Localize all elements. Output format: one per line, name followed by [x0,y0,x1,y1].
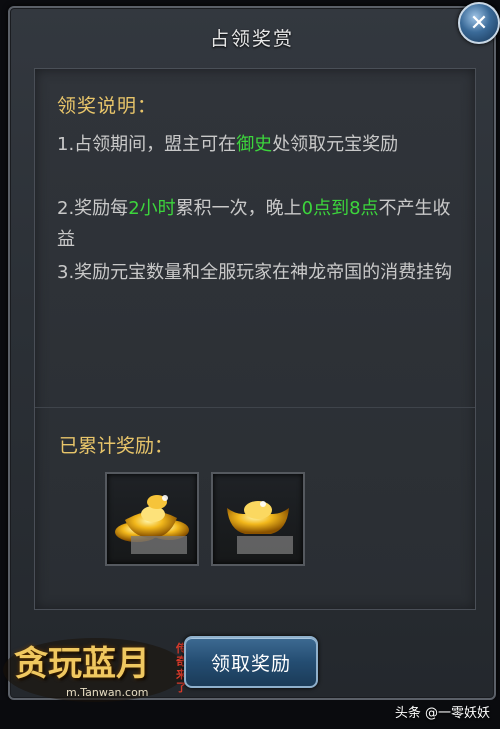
rules-panel: 领奖说明： 1.占领期间，盟主可在御史处领取元宝奖励 2.奖励每2小时累积一次，… [34,68,476,610]
rules-heading: 领奖说明： [57,95,158,117]
rule-1-text-a: 1.占领期间，盟主可在 [57,134,237,155]
rule-3: 3.奖励元宝数量和全服玩家在神龙帝国的消费挂钩 [57,262,453,283]
rule-2: 2.奖励每2小时累积一次，晚上0点到8点不产生收益 [57,193,453,255]
close-icon: ✕ [469,10,489,36]
rule-1-text-b: 处领取元宝奖励 [272,134,399,155]
rewards-heading: 已累计奖励： [59,435,174,457]
rule-2-text-a: 2.奖励每 [57,198,129,219]
rule-2-highlight-2: 0点到8点 [301,198,379,219]
reward-count-2 [237,536,293,554]
logo-title: 贪玩蓝月 [14,644,150,684]
dialog-title: 占领奖赏 [209,27,294,50]
rule-2-text-b: 累积一次，晚上 [175,198,302,219]
watermark: 头条 @一零妖妖 [394,706,490,721]
game-logo: 贪玩蓝月 传奇来了 m.Tanwan.com [0,628,190,708]
rule-1-highlight: 御史 [236,134,273,155]
close-button[interactable]: ✕ [458,2,500,44]
logo-url: m.Tanwan.com [66,686,149,699]
rule-2-highlight-1: 2小时 [128,198,176,219]
reward-slot-1[interactable] [105,472,199,566]
panel-divider [35,407,475,408]
rule-1: 1.占领期间，盟主可在御史处领取元宝奖励 [57,129,453,160]
reward-slot-2[interactable] [211,472,305,566]
claim-reward-button[interactable]: 领取奖励 [184,636,318,688]
reward-count-1 [131,536,187,554]
reward-dialog: 占领奖赏 ✕ 领奖说明： 1.占领期间，盟主可在御史处领取元宝奖励 2.奖励每2… [8,2,500,700]
